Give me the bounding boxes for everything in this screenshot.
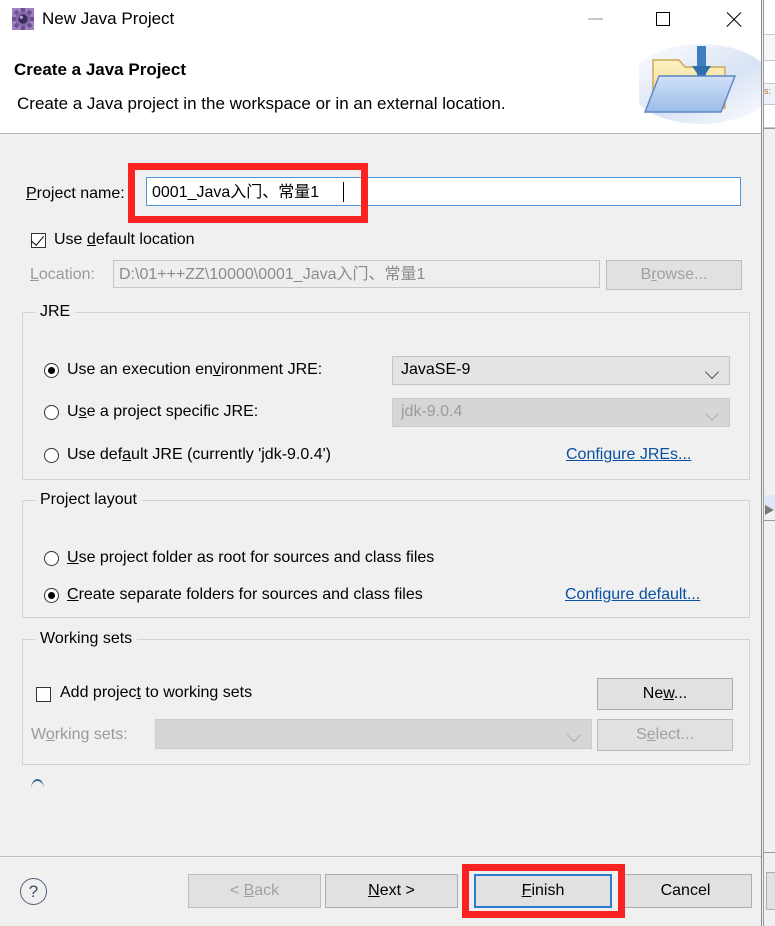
screen: s: New Java Project Create a Java Projec… (0, 0, 775, 926)
minimize-button[interactable] (572, 0, 618, 38)
close-icon (725, 11, 742, 28)
radio-execution-environment-jre-label: Use an execution environment JRE: (67, 361, 323, 378)
new-java-project-folder-icon (629, 38, 761, 133)
text-caret (343, 182, 345, 202)
project-layout-group-title: Project layout (35, 491, 142, 509)
radio-selected-dot (48, 592, 55, 599)
location-label: Location: (30, 266, 95, 283)
jre-group-title: JRE (35, 303, 76, 321)
page-description: Create a Java project in the workspace o… (17, 94, 506, 113)
working-sets-label: Working sets: (31, 726, 128, 743)
chevron-down-icon (566, 727, 582, 743)
add-project-to-working-sets-checkbox[interactable] (36, 687, 51, 702)
radio-project-specific-jre-label: Use a project specific JRE: (67, 403, 259, 420)
next-button[interactable]: Next > (325, 874, 458, 908)
minimize-icon (587, 18, 603, 20)
location-input[interactable]: D:\01+++ZZ\10000\0001_Java入门、常量1 (113, 260, 600, 288)
finish-button[interactable]: Finish (474, 874, 612, 908)
wizard-header: Create a Java Project Create a Java proj… (0, 38, 761, 134)
use-default-location-label: Use default location (54, 231, 195, 248)
project-name-label-text: roject name: (36, 185, 125, 202)
working-sets-group-title: Working sets (35, 630, 138, 648)
close-button[interactable] (710, 0, 756, 38)
chevron-down-icon (704, 406, 720, 422)
help-icon[interactable]: ? (20, 878, 47, 905)
configure-default-link[interactable]: Configure default... (565, 586, 700, 604)
back-button[interactable]: < Back (188, 874, 321, 908)
project-specific-jre-value: jdk-9.0.4 (401, 403, 463, 420)
add-project-to-working-sets-label: Add project to working sets (60, 684, 253, 701)
radio-selected-dot (48, 367, 55, 374)
working-sets-select[interactable] (155, 719, 592, 749)
project-name-input[interactable]: 0001_Java入门、常量1 (146, 177, 741, 206)
new-working-set-button[interactable]: New... (597, 678, 733, 710)
radio-separate-folders-label: Create separate folders for sources and … (67, 586, 423, 603)
radio-default-jre[interactable] (44, 448, 59, 463)
radio-separate-folders[interactable] (44, 588, 59, 603)
new-java-project-dialog: New Java Project Create a Java Project C… (0, 0, 762, 926)
title-bar: New Java Project (0, 0, 761, 38)
maximize-button[interactable] (640, 0, 686, 38)
maximize-icon (656, 12, 670, 26)
java-project-gear-icon (12, 8, 34, 30)
radio-execution-environment-jre[interactable] (44, 363, 59, 378)
configure-jres-link[interactable]: Configure JREs... (566, 446, 691, 464)
cancel-button[interactable]: Cancel (619, 874, 752, 908)
radio-default-jre-label: Use default JRE (currently 'jdk-9.0.4') (67, 446, 331, 463)
background-application-strip: s: (763, 0, 775, 926)
chevron-down-icon (704, 364, 720, 380)
use-default-location-checkbox[interactable] (30, 232, 46, 248)
execution-environment-value: JavaSE-9 (401, 361, 471, 378)
window-title: New Java Project (42, 9, 175, 28)
browse-button[interactable]: Browse... (606, 260, 742, 290)
radio-project-folder-root-label: Use project folder as root for sources a… (67, 549, 435, 566)
radio-project-folder-root[interactable] (44, 551, 59, 566)
execution-environment-select[interactable]: JavaSE-9 (392, 356, 730, 385)
checkmark-icon (30, 232, 45, 246)
radio-project-specific-jre[interactable] (44, 405, 59, 420)
select-working-sets-button[interactable]: Select... (597, 719, 733, 751)
page-title: Create a Java Project (14, 60, 186, 79)
project-specific-jre-select[interactable]: jdk-9.0.4 (392, 398, 730, 427)
project-name-label: Project name: (26, 185, 125, 202)
